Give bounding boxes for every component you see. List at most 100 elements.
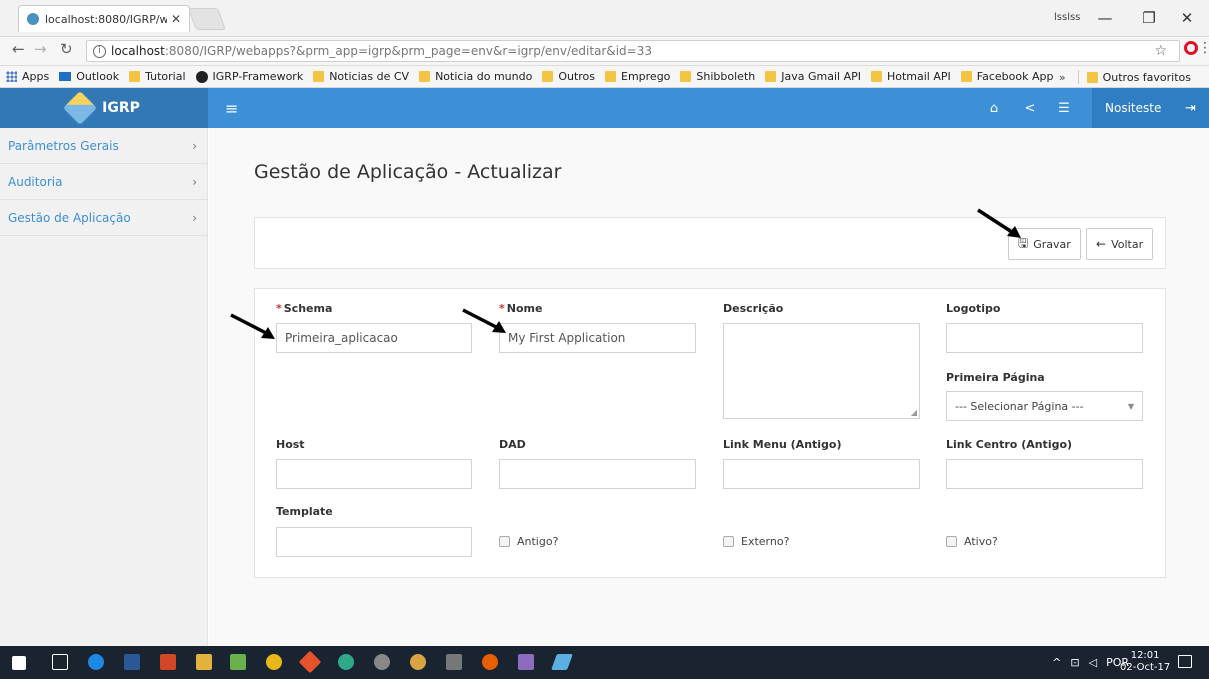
logotipo-input[interactable] (946, 323, 1143, 353)
checkbox-box[interactable] (946, 536, 957, 547)
tab-title: localhost:8080/IGRP/web (45, 12, 167, 26)
browser-tab[interactable]: localhost:8080/IGRP/web ✕ (18, 5, 190, 32)
file-explorer-icon[interactable] (196, 654, 212, 670)
ativo-checkbox[interactable]: Ativo? (946, 535, 998, 548)
bookmark-star-icon[interactable]: ☆ (1154, 43, 1167, 59)
menu-toggle-icon[interactable]: ≡ (225, 99, 238, 118)
app-icon[interactable] (446, 654, 462, 670)
bookmark-igrp-framework[interactable]: IGRP-Framework (195, 70, 303, 83)
share-icon[interactable]: < (1016, 88, 1044, 128)
bookmark-shibboleth[interactable]: Shibboleth (680, 70, 755, 83)
resize-handle-icon[interactable]: ◢ (911, 408, 917, 417)
page-title: Gestão de Aplicação - Actualizar (254, 161, 562, 183)
logotipo-label: Logotipo (946, 302, 1001, 315)
browser-tab-bar: localhost:8080/IGRP/web ✕ lsslss — ❐ ✕ (0, 0, 1209, 37)
link-centro-input[interactable] (946, 459, 1143, 489)
igrp-logo-icon (63, 91, 98, 125)
schema-label: * Schema (276, 302, 333, 315)
bookmark-hotmail[interactable]: Hotmail API (870, 70, 951, 83)
schema-input[interactable]: Primeira_aplicacao (276, 323, 472, 353)
clock[interactable]: 12:01 02-Oct-17 (1120, 650, 1170, 674)
list-icon[interactable]: ☰ (1050, 88, 1078, 128)
bookmarks-bar: Apps Outlook Tutorial IGRP-Framework Not… (0, 66, 1209, 88)
edge-icon[interactable] (88, 654, 104, 670)
app-icon[interactable] (410, 654, 426, 670)
dad-label: DAD (499, 438, 526, 451)
bookmark-emprego[interactable]: Emprego (605, 70, 670, 83)
annotation-arrow-icon (230, 313, 275, 339)
reload-icon[interactable]: ↻ (60, 40, 73, 58)
brand[interactable]: IGRP (0, 88, 208, 128)
checkbox-box[interactable] (723, 536, 734, 547)
windows-taskbar: ^ ⊡ ◁ POR 12:01 02-Oct-17 (0, 646, 1209, 679)
upwork-icon[interactable] (338, 654, 354, 670)
folder-icon (605, 71, 616, 82)
logout-icon[interactable]: ⇥ (1172, 88, 1209, 128)
divider (1077, 70, 1079, 84)
site-info-icon[interactable]: i (93, 44, 106, 58)
bookmark-tutorial[interactable]: Tutorial (129, 70, 186, 83)
app-icon[interactable] (551, 654, 573, 670)
dad-input[interactable] (499, 459, 696, 489)
network-tray-icon[interactable]: ⊡ (1070, 656, 1079, 669)
user-menu[interactable]: Nositeste (1092, 88, 1175, 128)
forward-arrow-icon[interactable]: → (34, 40, 47, 58)
github-icon (195, 70, 208, 83)
more-bookmarks-button[interactable]: » (1059, 71, 1066, 84)
powerpoint-icon[interactable] (160, 654, 176, 670)
back-arrow-icon[interactable]: ← (12, 40, 25, 58)
bookmark-facebook[interactable]: Facebook App (960, 70, 1053, 83)
checkbox-box[interactable] (499, 536, 510, 547)
chrome-icon[interactable] (266, 654, 282, 670)
antigo-checkbox[interactable]: Antigo? (499, 535, 558, 548)
link-menu-label: Link Menu (Antigo) (723, 438, 842, 451)
bookmark-apps[interactable]: Apps (6, 70, 49, 83)
back-button[interactable]: ← Voltar (1086, 228, 1154, 260)
tab-close-icon[interactable]: ✕ (171, 12, 181, 26)
network-icon[interactable] (230, 654, 246, 670)
chevron-up-icon[interactable]: ^ (1052, 656, 1061, 669)
firefox-icon[interactable] (482, 654, 498, 670)
sidebar-item-parametros-gerais[interactable]: Parâmetros Gerais › (0, 128, 207, 164)
link-centro-label: Link Centro (Antigo) (946, 438, 1073, 451)
eclipse-icon[interactable] (518, 654, 534, 670)
task-view-icon[interactable] (52, 654, 68, 670)
bookmark-other-favorites[interactable]: Outros favoritos (1086, 71, 1191, 84)
bookmark-outros[interactable]: Outros (542, 70, 595, 83)
windows-start-icon[interactable] (12, 656, 26, 670)
sidebar-item-auditoria[interactable]: Auditoria › (0, 164, 207, 200)
link-menu-input[interactable] (723, 459, 920, 489)
form-card: * Schema * Nome Descrição Logotipo Primeir… (254, 288, 1166, 578)
maximize-button[interactable]: ❐ (1134, 6, 1164, 30)
volume-icon[interactable]: ◁ (1089, 656, 1097, 669)
opera-extension-icon[interactable] (1184, 41, 1198, 55)
new-tab-button[interactable] (187, 8, 227, 30)
browser-menu-icon[interactable]: ⋮ (1198, 40, 1209, 56)
externo-checkbox[interactable]: Externo? (723, 535, 789, 548)
host-input[interactable] (276, 459, 472, 489)
git-icon[interactable] (298, 650, 322, 674)
bookmark-noticia-mundo[interactable]: Noticia do mundo (419, 70, 532, 83)
bookmark-java-gmail[interactable]: Java Gmail API (765, 70, 861, 83)
home-icon[interactable]: ⌂ (980, 88, 1008, 128)
bookmark-noticias-cv[interactable]: Noticias de CV (313, 70, 409, 83)
notification-icon[interactable] (1178, 655, 1192, 668)
minimize-button[interactable]: — (1090, 6, 1120, 30)
folder-icon (765, 71, 777, 82)
folder-icon (542, 71, 554, 82)
sidebar-item-gestao-aplicacao[interactable]: Gestão de Aplicação › (0, 200, 207, 236)
template-input[interactable] (276, 527, 472, 557)
nome-input[interactable]: My First Application (499, 323, 696, 353)
annotation-arrow-icon (977, 208, 1021, 238)
host-label: Host (276, 438, 305, 451)
annotation-arrow-icon (462, 308, 506, 333)
descricao-textarea[interactable]: ◢ (723, 323, 920, 419)
descricao-label: Descrição (723, 302, 784, 315)
arrow-left-icon: ← (1096, 237, 1107, 251)
close-window-button[interactable]: ✕ (1172, 6, 1202, 30)
word-icon[interactable] (124, 654, 140, 670)
url-input[interactable]: i localhost:8080/IGRP/webapps?&prm_app=i… (86, 40, 1180, 62)
app-icon[interactable] (374, 654, 390, 670)
primeira-pagina-select[interactable]: --- Selecionar Página --- ▼ (946, 391, 1143, 421)
bookmark-outlook[interactable]: Outlook (59, 70, 119, 83)
